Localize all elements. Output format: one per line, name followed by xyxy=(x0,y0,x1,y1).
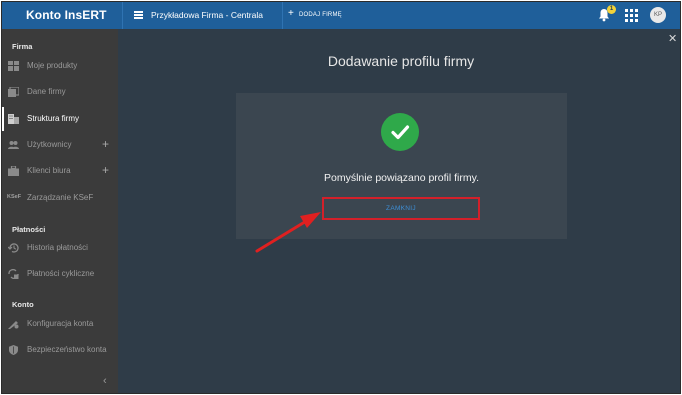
main-content: ✕ Dodawanie profilu firmy Pomyślnie powi… xyxy=(118,29,680,393)
app-window: Konto InsERT Przykładowa Firma - Central… xyxy=(1,1,681,394)
company-selector[interactable]: Przykładowa Firma - Centrala xyxy=(122,2,283,29)
menu-icon xyxy=(134,11,143,19)
settings-icon xyxy=(8,321,19,329)
success-card: Pomyślnie powiązano profil firmy. ZAMKNI… xyxy=(236,93,567,239)
shield-icon xyxy=(9,345,18,355)
users-icon xyxy=(8,141,19,149)
sidebar-item-label: Dane firmy xyxy=(27,87,66,96)
sidebar-item-label: Struktura firmy xyxy=(27,114,80,123)
app-brand[interactable]: Konto InsERT xyxy=(26,8,107,22)
page-title: Dodawanie profilu firmy xyxy=(327,53,475,69)
sidebar-item-structure[interactable]: Struktura firmy xyxy=(2,107,118,131)
sidebar-item-label: Moje produkty xyxy=(27,61,78,70)
notification-badge: 1 xyxy=(607,5,616,14)
add-user-icon[interactable]: + xyxy=(102,137,109,151)
check-circle-icon xyxy=(381,113,419,151)
success-message: Pomyślnie powiązano profil firmy. xyxy=(323,172,480,184)
apps-grid-icon[interactable] xyxy=(625,9,638,22)
sidebar-item-users[interactable]: Użytkownicy + xyxy=(2,133,118,157)
top-bar: Konto InsERT Przykładowa Firma - Central… xyxy=(2,2,680,29)
section-platnosci: Płatności xyxy=(12,225,46,234)
sidebar-item-ksef[interactable]: KSeF Zarządzanie KSeF xyxy=(2,186,118,210)
section-konto: Konto xyxy=(12,300,34,309)
sidebar-item-products[interactable]: Moje produkty xyxy=(2,54,118,78)
products-icon xyxy=(8,61,19,71)
sidebar-item-clients[interactable]: Klienci biura + xyxy=(2,159,118,183)
add-firm-button[interactable]: + DODAJ FIRMĘ xyxy=(285,2,342,29)
sidebar-item-label: Bezpieczeństwo konta xyxy=(27,345,107,354)
briefcase-icon xyxy=(8,166,19,176)
add-firm-label: DODAJ FIRMĘ xyxy=(299,12,342,18)
sidebar-item-company-data[interactable]: Dane firmy xyxy=(2,80,118,104)
sidebar-item-recurring[interactable]: Płatności cykliczne xyxy=(2,262,118,286)
chevron-left-icon[interactable]: ‹ xyxy=(103,375,107,387)
close-icon[interactable]: ✕ xyxy=(668,32,677,45)
add-client-icon[interactable]: + xyxy=(102,163,109,177)
sidebar-item-label: Płatności cykliczne xyxy=(27,269,95,278)
sidebar-item-label: Klienci biura xyxy=(27,166,71,175)
company-data-icon xyxy=(8,87,19,97)
company-name: Przykładowa Firma - Centrala xyxy=(151,10,263,20)
sidebar: Firma Moje produkty Dane firmy Struktura… xyxy=(2,29,118,393)
sidebar-item-payment-history[interactable]: Historia płatności xyxy=(2,236,118,260)
sidebar-item-account-config[interactable]: Konfiguracja konta xyxy=(2,312,118,336)
close-button[interactable]: ZAMKNIJ xyxy=(324,199,478,218)
sidebar-item-account-security[interactable]: Bezpieczeństwo konta xyxy=(2,338,118,362)
history-icon xyxy=(8,243,19,253)
ksef-icon: KSeF xyxy=(7,194,22,200)
recurring-icon xyxy=(8,269,19,279)
avatar[interactable]: KP xyxy=(650,7,666,23)
sidebar-item-label: Zarządzanie KSeF xyxy=(27,193,94,202)
highlight-box: ZAMKNIJ xyxy=(322,197,480,220)
sidebar-item-label: Użytkownicy xyxy=(27,140,72,149)
sidebar-item-label: Historia płatności xyxy=(27,243,88,252)
sidebar-item-label: Konfiguracja konta xyxy=(27,319,94,328)
building-icon xyxy=(8,114,19,124)
section-firma: Firma xyxy=(12,42,33,51)
plus-icon: + xyxy=(288,8,294,19)
